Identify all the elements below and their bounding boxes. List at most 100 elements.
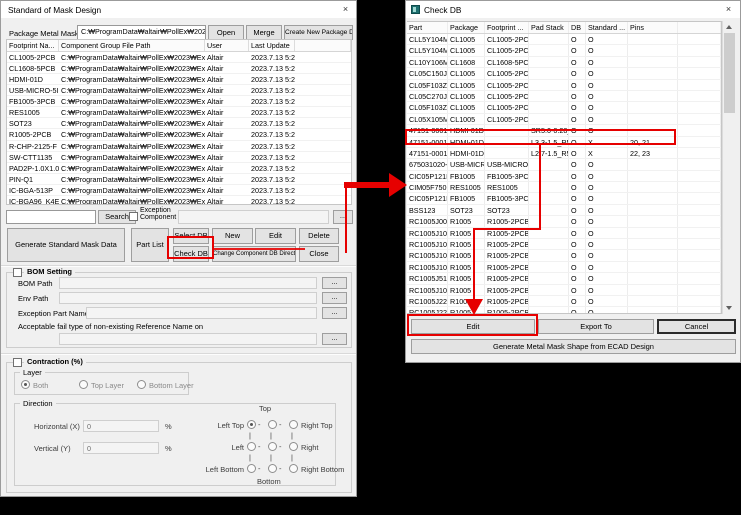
close-icon[interactable]: × [338, 3, 353, 16]
direction-center-radio[interactable] [268, 442, 277, 451]
export-to-button[interactable]: Export To [538, 319, 654, 334]
table-row[interactable]: RC1005J220 R1005 R1005-2PCB O O [407, 307, 721, 314]
direction-right-bottom-radio[interactable] [289, 464, 298, 473]
table-row[interactable]: RC1005J223 R1005 R1005-2PCB O O [407, 296, 721, 307]
bom-path-browse-button[interactable]: ... [322, 277, 347, 289]
table-row[interactable]: SOT23 C:₩ProgramData₩altair₩PollEx₩2023₩… [7, 118, 351, 129]
table-row[interactable]: IC-BGA-513P C:₩ProgramData₩altair₩PollEx… [7, 185, 351, 196]
column-header-pins[interactable]: Pins [628, 22, 678, 33]
direction-right-radio[interactable] [289, 442, 298, 451]
generate-standard-mask-data-button[interactable]: Generate Standard Mask Data [7, 228, 125, 262]
layer-bottom-radio[interactable] [137, 380, 146, 389]
env-path-field[interactable] [59, 292, 317, 304]
table-row[interactable]: FB1005-3PCB C:₩ProgramData₩altair₩PollEx… [7, 96, 351, 107]
contraction-checkbox[interactable] [13, 358, 22, 367]
column-header-part[interactable]: Part [407, 22, 448, 33]
direction-left-bottom-radio[interactable] [247, 464, 256, 473]
table-row[interactable]: CL1005-2PCB C:₩ProgramData₩altair₩PollEx… [7, 52, 351, 63]
table-row[interactable]: HDMI-01D C:₩ProgramData₩altair₩PollEx₩20… [7, 74, 351, 85]
table-row[interactable]: RES1005 C:₩ProgramData₩altair₩PollEx₩202… [7, 107, 351, 118]
column-header-standard[interactable]: Standard ... [586, 22, 628, 33]
browse-ellipsis-button[interactable]: ... [333, 210, 353, 224]
horizontal-x-field[interactable]: 0 [83, 420, 159, 432]
search-input[interactable] [6, 210, 96, 224]
select-db-button[interactable]: Select DB [173, 228, 209, 244]
exception-part-browse-button[interactable]: ... [322, 307, 347, 319]
direction-right-top-radio[interactable] [289, 420, 298, 429]
table-row[interactable]: CIM05F750 RES1005 RES1005 O O [407, 182, 721, 193]
table-row[interactable]: CL05C150JB CL1005 CL1005-2PCB O O [407, 68, 721, 79]
table-row[interactable]: RC1005J103 R1005 R1005-2PCB O O [407, 228, 721, 239]
table-row[interactable]: RC1005J103 R1005 R1005-2PCB O O [407, 262, 721, 273]
column-header-footprint[interactable]: Footprint ... [485, 22, 529, 33]
column-header-pad-stack[interactable]: Pad Stack [529, 22, 569, 33]
table-row[interactable]: USB-MICRO-5I C:₩ProgramData₩altair₩PollE… [7, 85, 351, 96]
direction-left-radio[interactable] [247, 442, 256, 451]
cancel-button[interactable]: Cancel [657, 319, 736, 334]
column-header-last-update[interactable]: Last Update [249, 40, 295, 51]
generate-metal-mask-shape-button[interactable]: Generate Metal Mask Shape from ECAD Desi… [411, 339, 736, 354]
env-path-browse-button[interactable]: ... [322, 292, 347, 304]
edit-button[interactable]: Edit [411, 319, 535, 334]
table-row[interactable]: RC1005J105 R1005 R1005-2PCB O O [407, 285, 721, 296]
table-row[interactable]: CIC05P121I FB1005 FB1005-3PCB O O [407, 193, 721, 204]
table-row[interactable]: BSS123 SOT23 SOT23 O O [407, 205, 721, 216]
exception-component-field[interactable] [178, 210, 329, 224]
vertical-scrollbar[interactable] [722, 21, 736, 314]
column-header-user[interactable]: User [205, 40, 249, 51]
table-row[interactable]: CIC05P121I FB1005 FB1005-3PCB O O [407, 171, 721, 182]
table-row[interactable]: CLL5Y104M CL1005 CL1005-2PCB O O [407, 45, 721, 56]
table-row[interactable]: RC1005J104 R1005 R1005-2PCB O O [407, 250, 721, 261]
package-db-path-field[interactable]: C:₩ProgramData₩altair₩PollEx₩2023₩W [77, 25, 206, 40]
table-row[interactable]: CL05F103ZF CL1005 CL1005-2PCB O O [407, 102, 721, 113]
table-row[interactable]: CL05F103ZF CL1005 CL1005-2PCB O O [407, 80, 721, 91]
table-row[interactable]: PIN-Q1 C:₩ProgramData₩altair₩PollEx₩2023… [7, 174, 351, 185]
table-row[interactable]: RC1005J000 R1005 R1005-2PCB O O [407, 216, 721, 227]
table-row[interactable]: 675031020- USB-MICRO USB-MICRO- O O [407, 159, 721, 170]
column-header-db[interactable]: DB [569, 22, 586, 33]
delete-button[interactable]: Delete [299, 228, 339, 244]
scrollbar-thumb[interactable] [724, 33, 735, 113]
part-list-button[interactable]: Part List [131, 228, 169, 262]
table-row[interactable]: CL10Y106M CL1608 CL1608-5PCB O O [407, 57, 721, 68]
exception-part-name-field[interactable] [86, 307, 317, 319]
table-row[interactable]: CL05X105M CL1005 CL1005-2PCB O O [407, 114, 721, 125]
close-button[interactable]: Close [299, 246, 339, 262]
layer-top-radio[interactable] [79, 380, 88, 389]
column-header-footprint[interactable]: Footprint Na... [7, 40, 59, 51]
table-row[interactable]: SW-CTT1135 C:₩ProgramData₩altair₩PollEx₩… [7, 152, 351, 163]
scroll-down-icon[interactable] [726, 306, 732, 310]
vertical-y-field[interactable]: 0 [83, 442, 159, 454]
bom-setting-checkbox[interactable] [13, 268, 22, 277]
exception-component-checkbox[interactable] [129, 212, 138, 221]
column-header-package[interactable]: Package [448, 22, 485, 33]
table-row[interactable]: RC1005J102 R1005 R1005-2PCB O O [407, 239, 721, 250]
scroll-up-icon[interactable] [726, 25, 732, 29]
check-db-button[interactable]: Check DB [173, 246, 209, 262]
table-row[interactable]: IC-BGA96_K4E C:₩ProgramData₩altair₩PollE… [7, 196, 351, 205]
table-row[interactable]: 47151-0001 HDMI-01D L2.7-1.5_R5 O X 22, … [407, 148, 721, 159]
merge-button[interactable]: Merge [246, 25, 282, 40]
table-row[interactable]: CL05C270JB CL1005 CL1005-2PCB O O [407, 91, 721, 102]
close-icon[interactable]: × [721, 3, 736, 16]
table-row[interactable]: PAD2P-1.0X1.0 C:₩ProgramData₩altair₩Poll… [7, 163, 351, 174]
table-row[interactable]: R1005-2PCB C:₩ProgramData₩altair₩PollEx₩… [7, 129, 351, 140]
layer-both-radio[interactable] [21, 380, 30, 389]
table-row[interactable]: 47151-0001 HDMI-01D L3.3-1.5_R5 O X 20, … [407, 137, 721, 148]
table-row[interactable]: CLL5Y104M CL1005 CL1005-2PCB O O [407, 34, 721, 45]
direction-left-top-radio[interactable] [247, 420, 256, 429]
column-header-path[interactable]: Component Group File Path [59, 40, 205, 51]
edit-button[interactable]: Edit [255, 228, 296, 244]
change-component-db-directory-button[interactable]: Change Component DB Directory [212, 246, 296, 262]
direction-top-radio[interactable] [268, 420, 277, 429]
direction-bottom-radio[interactable] [268, 464, 277, 473]
new-button[interactable]: New [212, 228, 253, 244]
create-new-package-db-button[interactable]: Create New Package DB [284, 25, 353, 40]
table-row[interactable]: RC1005J515 R1005 R1005-2PCB O O [407, 273, 721, 284]
table-row[interactable]: R-CHP-2125-F C:₩ProgramData₩altair₩PollE… [7, 141, 351, 152]
acceptable-fail-browse-button[interactable]: ... [322, 333, 347, 345]
acceptable-fail-type-field[interactable] [59, 333, 317, 345]
open-button[interactable]: Open [208, 25, 244, 40]
bom-path-field[interactable] [59, 277, 317, 289]
table-row[interactable]: CL1608-5PCB C:₩ProgramData₩altair₩PollEx… [7, 63, 351, 74]
